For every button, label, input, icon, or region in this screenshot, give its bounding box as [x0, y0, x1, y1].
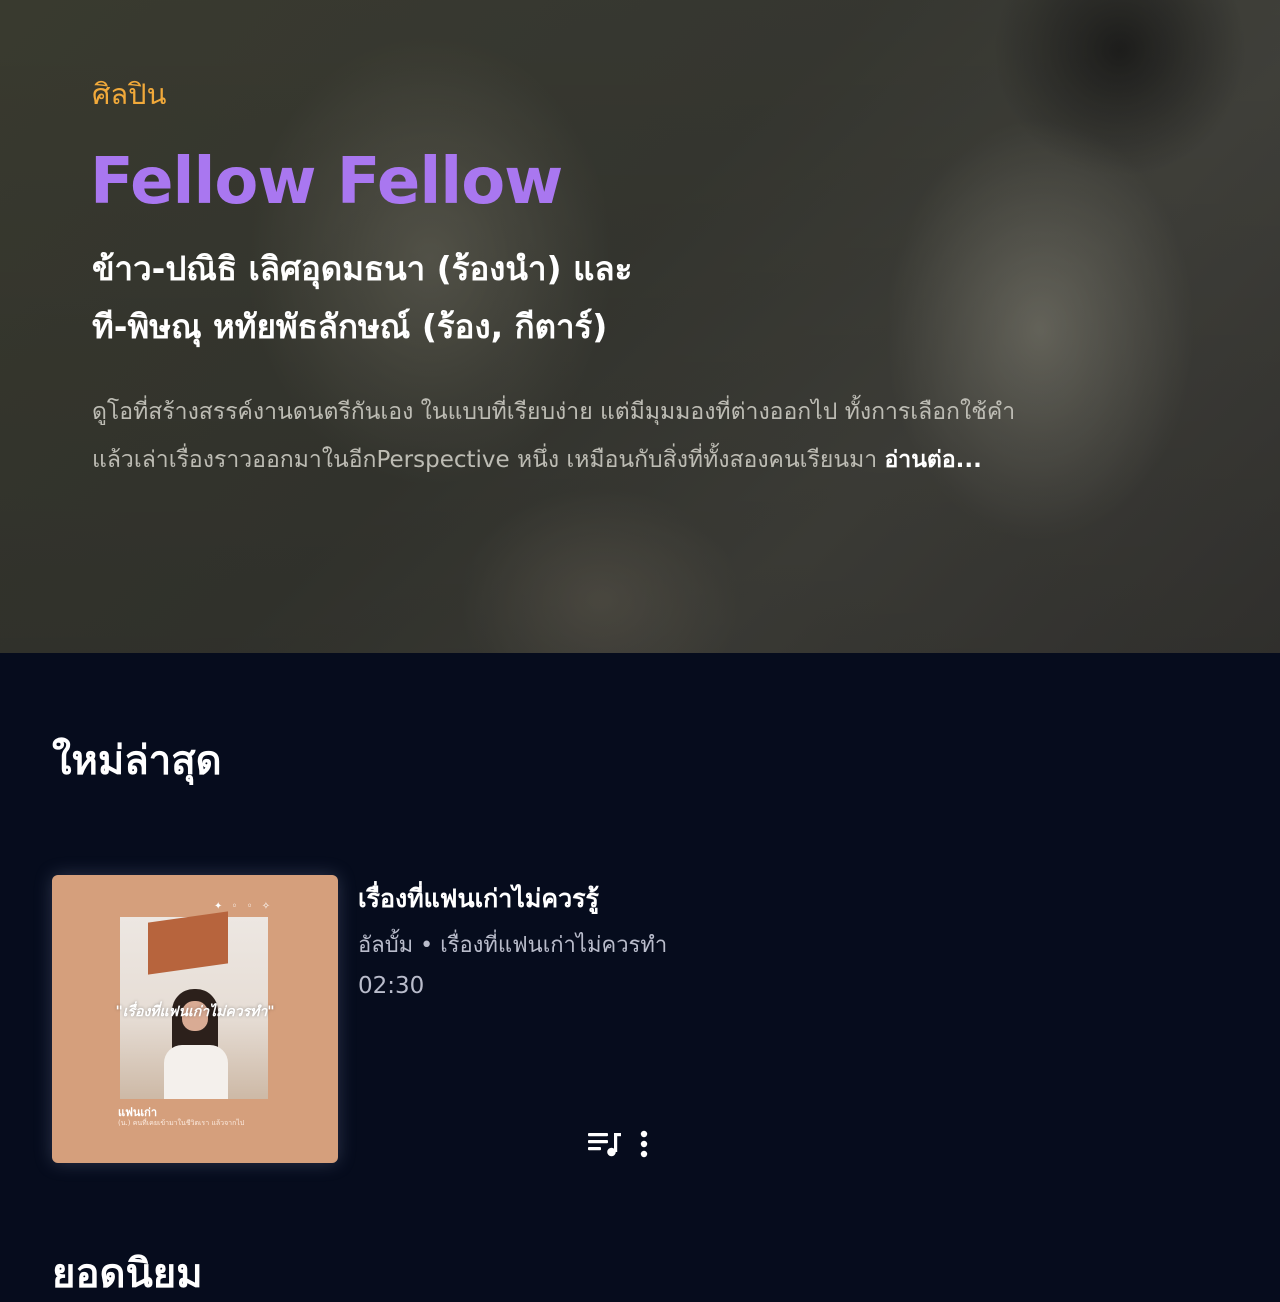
latest-section-title: ใหม่ล่าสุด — [52, 738, 222, 784]
cover-small-text: (น.) คนที่เคยเข้ามาในชีวิตเรา แล้วจากไป — [118, 1119, 245, 1127]
album-cover[interactable]: ✦ ◦ ◦ ✧ "เรื่องที่แฟนเก่าไม่ควรทำ" แฟนเก… — [52, 875, 338, 1163]
more-options-button[interactable] — [630, 1126, 658, 1162]
popular-section-title: ยอดนิยม — [52, 1251, 203, 1297]
artist-name: Fellow Fellow — [90, 145, 563, 219]
cover-quote: "เรื่องที่แฟนเก่าไม่ควรทำ" — [115, 1004, 275, 1020]
artist-eyebrow-label: ศิลปิน — [92, 77, 167, 111]
read-more-link[interactable]: อ่านต่อ... — [884, 447, 981, 473]
bio-line-2: แล้วเล่าเรื่องราวออกมาในอีกPerspective ห… — [92, 436, 1152, 484]
song-title[interactable]: เรื่องที่แฟนเก่าไม่ควรรู้ — [358, 878, 599, 920]
members-line-1: ข้าว-ปณิธิ เลิศอุดมธนา (ร้องนำ) และ — [92, 249, 633, 288]
members-line-2: ที-พิษณุ หทัยพัธลักษณ์ (ร้อง, กีตาร์) — [92, 307, 608, 346]
add-to-queue-button[interactable] — [584, 1126, 624, 1162]
song-duration: 02:30 — [358, 973, 425, 999]
cover-photo-shirt — [164, 1045, 228, 1099]
artist-members: ข้าว-ปณิธิ เลิศอุดมธนา (ร้องนำ) และ ที-พ… — [92, 240, 992, 356]
more-vertical-icon — [640, 1130, 648, 1158]
bio-line-1: ดูโอที่สร้างสรรค์งานดนตรีกันเอง ในแบบที่… — [92, 399, 1016, 425]
song-album-meta: อัลบั้ม • เรื่องที่แฟนเก่าไม่ควรทำ — [358, 933, 668, 958]
bio-line-2-text: แล้วเล่าเรื่องราวออกมาในอีกPerspective ห… — [92, 447, 885, 473]
cover-doodle: ✦ ◦ ◦ ✧ — [214, 901, 274, 912]
playlist-add-icon — [588, 1133, 621, 1157]
cover-photo-board — [148, 911, 228, 975]
artist-bio: ดูโอที่สร้างสรรค์งานดนตรีกันเอง ในแบบที่… — [92, 388, 1152, 484]
artist-hero: ศิลปิน Fellow Fellow ข้าว-ปณิธิ เลิศอุดม… — [0, 0, 1280, 653]
